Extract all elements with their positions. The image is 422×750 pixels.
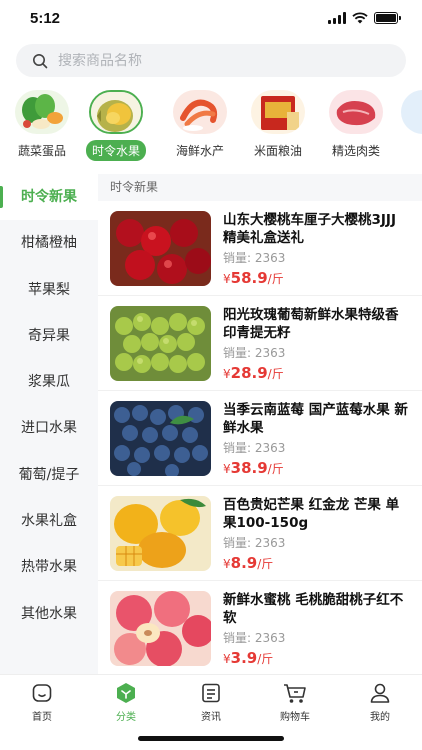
home-icon bbox=[28, 679, 56, 707]
product-title: 百色贵妃芒果 红金龙 芒果 单果100-150g bbox=[223, 497, 400, 531]
search-bar[interactable] bbox=[16, 44, 406, 77]
cart-icon bbox=[281, 679, 309, 707]
sidebar-item-citrus[interactable]: 柑橘橙柚 bbox=[0, 220, 98, 266]
tab-label: 分类 bbox=[116, 712, 136, 723]
home-indicator bbox=[138, 736, 284, 741]
tab-label: 购物车 bbox=[280, 712, 310, 723]
category-row: 蔬菜蛋品 时令水果 海鲜水产 米面粮油 精选肉类 bbox=[0, 90, 422, 164]
product-item[interactable]: 百色贵妃芒果 红金龙 芒果 单果100-150g 销量: 2363 ¥8.9/斤 bbox=[98, 486, 422, 581]
green-grape-image bbox=[110, 306, 211, 381]
product-title: 山东大樱桃车厘子大樱桃3JJJ 精美礼盒送礼 bbox=[223, 212, 396, 246]
product-sales: 销量: 2363 bbox=[223, 631, 286, 645]
category-vegetables[interactable]: 蔬菜蛋品 bbox=[10, 90, 74, 161]
tab-home[interactable]: 首页 bbox=[0, 679, 84, 723]
product-sales: 销量: 2363 bbox=[223, 346, 286, 360]
product-price: ¥3.9/斤 bbox=[223, 649, 274, 667]
product-title: 新鲜水蜜桃 毛桃脆甜桃子红不软 bbox=[223, 592, 404, 626]
category-label: 时令水果 bbox=[85, 140, 146, 161]
category-fruits[interactable]: 时令水果 bbox=[84, 90, 148, 161]
search-input[interactable] bbox=[58, 52, 378, 69]
battery-icon bbox=[374, 12, 401, 24]
category-wine[interactable]: 酒 bbox=[396, 90, 422, 161]
status-icons bbox=[328, 12, 401, 24]
sidebar-item-gift-box[interactable]: 水果礼盒 bbox=[0, 498, 98, 544]
status-bar: 5:12 bbox=[0, 0, 422, 40]
profile-icon bbox=[366, 679, 394, 707]
category-icon bbox=[112, 679, 140, 707]
signal-icon bbox=[328, 12, 346, 24]
category-label: 海鲜水产 bbox=[175, 144, 224, 158]
durian-image bbox=[89, 90, 143, 134]
sidebar-item-apple-pear[interactable]: 苹果梨 bbox=[0, 267, 98, 313]
product-item[interactable]: 阳光玫瑰葡萄新鲜水果特级香印青提无籽 销量: 2363 ¥28.9/斤 bbox=[98, 296, 422, 391]
tab-label: 我的 bbox=[370, 712, 390, 723]
shrimp-image bbox=[173, 90, 227, 134]
sidebar-item-kiwi[interactable]: 奇异果 bbox=[0, 313, 98, 359]
product-sales: 销量: 2363 bbox=[223, 536, 286, 550]
meat-image bbox=[329, 90, 383, 134]
product-price: ¥8.9/斤 bbox=[223, 554, 274, 572]
product-item[interactable]: 当季云南蓝莓 国产蓝莓水果 新鲜水果 销量: 2363 ¥38.9/斤 bbox=[98, 391, 422, 486]
product-sales: 销量: 2363 bbox=[223, 441, 286, 455]
sidebar-item-imported[interactable]: 进口水果 bbox=[0, 405, 98, 451]
mango-image bbox=[110, 496, 211, 571]
cherry-image bbox=[110, 211, 211, 286]
category-seafood[interactable]: 海鲜水产 bbox=[168, 90, 232, 161]
news-icon bbox=[197, 679, 225, 707]
product-title: 阳光玫瑰葡萄新鲜水果特级香印青提无籽 bbox=[223, 307, 399, 341]
category-label: 米面粮油 bbox=[253, 144, 302, 158]
sidebar-item-grapes[interactable]: 葡萄/提子 bbox=[0, 452, 98, 498]
rice-box-image bbox=[251, 90, 305, 134]
wine-image bbox=[401, 90, 422, 134]
status-time: 5:12 bbox=[30, 10, 61, 27]
product-item[interactable]: 新鲜水蜜桃 毛桃脆甜桃子红不软 销量: 2363 ¥3.9/斤 bbox=[98, 581, 422, 674]
category-label: 蔬菜蛋品 bbox=[17, 144, 66, 158]
peach-image bbox=[110, 591, 211, 666]
category-label: 酒 bbox=[416, 140, 422, 161]
wifi-icon bbox=[352, 12, 368, 24]
category-grain-oil[interactable]: 米面粮油 bbox=[246, 90, 310, 161]
tab-news[interactable]: 资讯 bbox=[169, 679, 253, 723]
sidebar-item-seasonal[interactable]: 时令新果 bbox=[0, 174, 98, 221]
sidebar-item-tropical[interactable]: 热带水果 bbox=[0, 544, 98, 590]
blueberry-image bbox=[110, 401, 211, 476]
category-label: 精选肉类 bbox=[331, 144, 380, 158]
product-price: ¥58.9/斤 bbox=[223, 269, 284, 287]
product-sales: 销量: 2363 bbox=[223, 251, 286, 265]
tab-label: 首页 bbox=[32, 712, 52, 723]
sidebar-item-other[interactable]: 其他水果 bbox=[0, 591, 98, 637]
tab-category[interactable]: 分类 bbox=[84, 679, 168, 723]
tab-label: 资讯 bbox=[201, 712, 221, 723]
vegetables-image bbox=[15, 90, 69, 134]
product-price: ¥38.9/斤 bbox=[223, 459, 284, 477]
product-title: 当季云南蓝莓 国产蓝莓水果 新鲜水果 bbox=[223, 402, 408, 436]
product-price: ¥28.9/斤 bbox=[223, 364, 284, 382]
tab-cart[interactable]: 购物车 bbox=[253, 679, 337, 723]
product-item[interactable]: 山东大樱桃车厘子大樱桃3JJJ 精美礼盒送礼 销量: 2363 ¥58.9/斤 bbox=[98, 201, 422, 296]
category-meat[interactable]: 精选肉类 bbox=[324, 90, 388, 161]
tab-profile[interactable]: 我的 bbox=[338, 679, 422, 723]
sidebar-item-berry-melon[interactable]: 浆果瓜 bbox=[0, 359, 98, 405]
sidebar: 时令新果 柑橘橙柚 苹果梨 奇异果 浆果瓜 进口水果 葡萄/提子 水果礼盒 热带… bbox=[0, 174, 98, 674]
product-list: 时令新果 山东大樱桃车厘子大樱桃3JJJ 精美礼盒送礼 销量: 2363 ¥58… bbox=[98, 174, 422, 674]
search-icon bbox=[33, 53, 48, 68]
section-title: 时令新果 bbox=[98, 174, 422, 201]
